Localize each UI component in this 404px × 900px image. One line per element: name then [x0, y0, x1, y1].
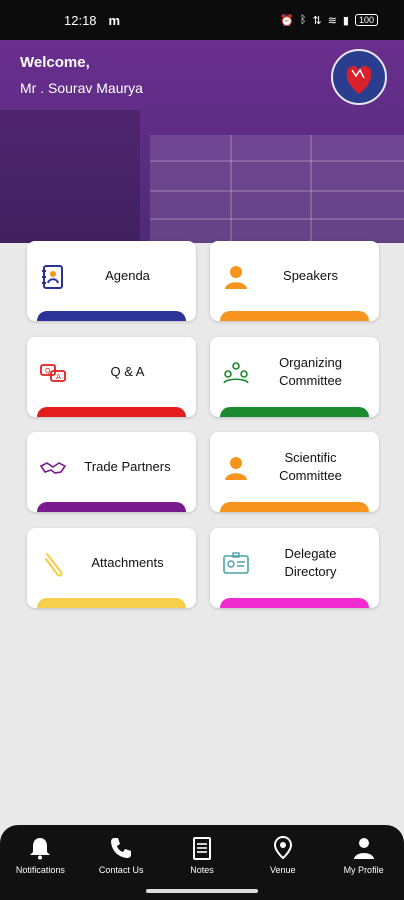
qa-icon: Q A: [40, 364, 66, 382]
organizing-committee-color-bar: [220, 407, 369, 417]
nav-venue[interactable]: Venue: [247, 835, 319, 875]
profile-icon: [353, 838, 374, 859]
notes-icon: [192, 837, 211, 860]
attachments-color-bar: [37, 598, 186, 608]
nav-notifications[interactable]: Notifications: [4, 835, 76, 875]
speaker-icon: [225, 266, 247, 289]
committee-icon: [223, 362, 249, 384]
bluetooth-icon: ᛒ: [299, 14, 307, 26]
building-shape: [0, 110, 140, 243]
carrier-icon: m: [108, 12, 121, 28]
phone-icon: [111, 838, 132, 858]
wifi-icon: ≋: [327, 14, 337, 27]
signal-icon: ▮: [342, 14, 349, 27]
user-name: Mr . Sourav Maurya: [20, 80, 143, 96]
svg-text:A: A: [56, 373, 61, 381]
welcome-text: Welcome,: [20, 54, 90, 71]
alarm-icon: ⏰: [280, 14, 294, 27]
nav-venue-label: Venue: [270, 865, 296, 875]
nav-contact-us-label: Contact Us: [98, 865, 144, 875]
building-line: [230, 135, 232, 243]
nav-my-profile-label: My Profile: [343, 865, 384, 875]
building-line: [150, 160, 404, 162]
delegate-directory-label: Delegate Directory: [284, 546, 337, 579]
agenda-color-bar: [37, 311, 186, 321]
building-line: [150, 218, 404, 220]
paperclip-icon: [44, 552, 63, 577]
qa-tile[interactable]: Q A Q & A: [27, 337, 196, 417]
id-card-icon: [223, 552, 249, 574]
agenda-tile[interactable]: Agenda: [27, 241, 196, 321]
status-time: 12:18: [64, 12, 97, 28]
agenda-icon: [42, 265, 63, 289]
welcome-banner: Welcome, Mr . Sourav Maurya: [0, 40, 404, 243]
speakers-color-bar: [220, 311, 369, 321]
scientific-icon: [225, 457, 247, 480]
nav-my-profile[interactable]: My Profile: [328, 835, 400, 875]
organizing-committee-tile[interactable]: Organizing Committee: [210, 337, 379, 417]
home-indicator[interactable]: [146, 889, 258, 893]
attachments-label: Attachments: [91, 555, 164, 570]
trade-partners-color-bar: [37, 502, 186, 512]
qa-color-bar: [37, 407, 186, 417]
scientific-committee-label: Scientific Committee: [279, 450, 342, 483]
status-bar: 12:18 m ⏰ ᛒ ⇅ ≋ ▮ 100: [0, 0, 404, 40]
speakers-label: Speakers: [283, 268, 338, 283]
trade-partners-label: Trade Partners: [84, 459, 171, 474]
agenda-label: Agenda: [105, 268, 150, 283]
svg-text:Q: Q: [45, 367, 51, 375]
trade-partners-tile[interactable]: Trade Partners: [27, 432, 196, 512]
heart-logo-icon: [331, 49, 387, 105]
delegate-directory-tile[interactable]: Delegate Directory: [210, 528, 379, 608]
bottom-navigation: Notifications Contact Us Notes Venue My …: [0, 825, 404, 885]
data-icon: ⇅: [312, 14, 322, 27]
qa-label: Q & A: [110, 364, 145, 379]
battery-icon: 100: [354, 14, 378, 26]
building-line: [150, 190, 404, 192]
nav-notes[interactable]: Notes: [166, 835, 238, 875]
nav-notes-label: Notes: [190, 865, 214, 875]
scientific-committee-color-bar: [220, 502, 369, 512]
speakers-tile[interactable]: Speakers: [210, 241, 379, 321]
handshake-icon: [39, 462, 67, 474]
building-line: [310, 135, 312, 243]
nav-notifications-label: Notifications: [15, 865, 65, 875]
nav-contact-us[interactable]: Contact Us: [85, 835, 157, 875]
attachments-tile[interactable]: Attachments: [27, 528, 196, 608]
organizing-committee-label: Organizing Committee: [279, 355, 342, 388]
building-shape: [150, 135, 404, 243]
location-icon: [273, 835, 292, 860]
scientific-committee-tile[interactable]: Scientific Committee: [210, 432, 379, 512]
bell-icon: [30, 838, 51, 860]
delegate-directory-color-bar: [220, 598, 369, 608]
